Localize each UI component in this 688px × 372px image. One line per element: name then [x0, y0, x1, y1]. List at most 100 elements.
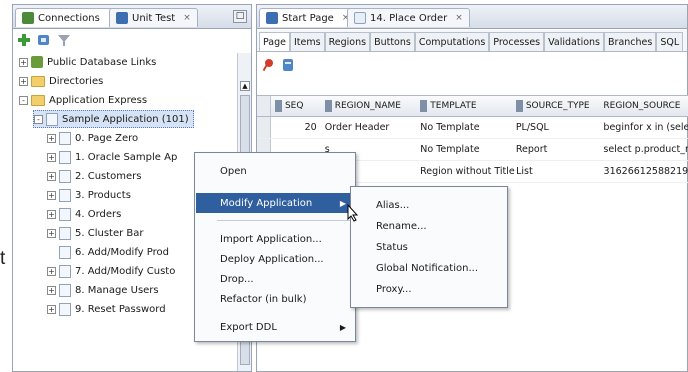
- menu-item-modify-application[interactable]: Modify Application ▶: [196, 193, 354, 213]
- tree-item[interactable]: + Public Database Links: [19, 53, 156, 71]
- tab-connections[interactable]: Connections ×: [15, 8, 123, 27]
- header-template[interactable]: TEMPLATE: [416, 100, 512, 112]
- tree-item[interactable]: 6. Add/Modify Prod: [47, 243, 169, 261]
- header-region-name-label: REGION_NAME: [334, 101, 401, 111]
- filter-icon[interactable]: [57, 33, 71, 47]
- tab-start-page[interactable]: Start Page ×: [259, 8, 357, 27]
- expand-icon[interactable]: +: [47, 228, 56, 238]
- submenu-item-status[interactable]: Status: [352, 237, 506, 257]
- menu-item-open[interactable]: Open: [196, 161, 354, 181]
- header-source-type[interactable]: SOURCE_TYPE: [512, 100, 600, 112]
- subtab-page[interactable]: Page: [259, 32, 290, 51]
- page-icon: [59, 264, 71, 278]
- submenu-item-alias[interactable]: Alias...: [352, 195, 506, 215]
- cell-source-type[interactable]: PL/SQL: [512, 122, 600, 133]
- tree-item[interactable]: +2. Customers: [47, 167, 142, 185]
- tab-unit-test-label: Unit Test: [132, 12, 176, 24]
- expand-icon[interactable]: +: [19, 57, 28, 67]
- tree-item[interactable]: +7. Add/Modify Custo: [47, 262, 175, 280]
- cell-source-type[interactable]: List: [512, 166, 599, 177]
- add-connection-icon[interactable]: [17, 33, 31, 47]
- tree-item[interactable]: +9. Reset Password: [47, 300, 166, 318]
- collapse-icon[interactable]: -: [34, 114, 43, 124]
- submenu-item-proxy[interactable]: Proxy...: [352, 279, 506, 299]
- expand-icon[interactable]: +: [47, 304, 56, 314]
- subtab-buttons[interactable]: Buttons: [370, 32, 415, 51]
- cell-region-source[interactable]: select p.product_na: [599, 144, 688, 155]
- subtab-processes[interactable]: Processes: [489, 32, 545, 51]
- header-region-source[interactable]: REGION_SOURCE: [599, 101, 688, 111]
- cell-region-source[interactable]: 3162661258821974: [600, 166, 688, 177]
- tree-item[interactable]: +5. Cluster Bar: [47, 224, 144, 242]
- page-icon: [59, 302, 71, 316]
- subtab-items[interactable]: Items: [290, 32, 325, 51]
- tree-item[interactable]: +3. Products: [47, 186, 131, 204]
- tab-place-order[interactable]: 14. Place Order ×: [347, 8, 470, 27]
- subtab-branches[interactable]: Branches: [604, 32, 657, 51]
- expand-icon[interactable]: +: [47, 171, 56, 181]
- menu-item-refactor[interactable]: Refactor (in bulk): [196, 289, 354, 309]
- refresh-icon[interactable]: [37, 33, 51, 47]
- minimize-button[interactable]: □: [233, 10, 247, 23]
- cell-region-source[interactable]: beginfor x in (select: [599, 122, 688, 133]
- connections-icon: [22, 12, 34, 24]
- expand-icon[interactable]: +: [47, 285, 56, 295]
- database-icon[interactable]: [281, 58, 295, 72]
- tab-unit-test-close-icon[interactable]: ×: [183, 13, 191, 23]
- pin-icon[interactable]: [261, 58, 275, 72]
- expand-icon[interactable]: +: [19, 76, 28, 86]
- expand-icon[interactable]: +: [47, 152, 56, 162]
- scroll-up-icon[interactable]: ▲: [240, 81, 250, 91]
- menu-item-import-application[interactable]: Import Application...: [196, 229, 354, 249]
- cell-seq[interactable]: 20: [271, 122, 321, 133]
- subtab-sql[interactable]: SQL: [656, 32, 684, 51]
- tree-item-label: 2. Customers: [75, 170, 142, 182]
- menu-item-export-ddl[interactable]: Export DDL ▶: [196, 317, 354, 337]
- menu-item-deploy-application[interactable]: Deploy Application...: [196, 249, 354, 269]
- tab-place-order-close-icon[interactable]: ×: [455, 13, 463, 23]
- context-menu: Open Modify Application ▶ Import Applicatio…: [194, 152, 356, 342]
- cell-template[interactable]: No Template: [416, 144, 512, 155]
- tree-item-label: Sample Application (101): [62, 113, 189, 125]
- tree-item[interactable]: +8. Manage Users: [47, 281, 159, 299]
- cell-region-name[interactable]: Order Header: [321, 122, 417, 133]
- subtab-computations[interactable]: Computations: [414, 32, 490, 51]
- tab-unit-test[interactable]: Unit Test ×: [109, 8, 198, 27]
- subtab-regions[interactable]: Regions: [324, 32, 371, 51]
- cell-template[interactable]: Region without Title: [416, 166, 515, 177]
- column-icon: [274, 100, 282, 112]
- tree-item[interactable]: +1. Oracle Sample Ap: [47, 148, 177, 166]
- expand-icon[interactable]: +: [47, 266, 56, 276]
- mouse-cursor-icon: [347, 204, 359, 222]
- tree-item[interactable]: - Sample Application (101): [33, 110, 194, 128]
- submenu-item-rename[interactable]: Rename...: [352, 216, 506, 236]
- collapse-icon[interactable]: -: [19, 95, 28, 105]
- table-row[interactable]: 20 Order Header No Template PL/SQL beginfor …: [257, 117, 688, 139]
- expand-icon[interactable]: +: [47, 190, 56, 200]
- cell-source-type[interactable]: Report: [512, 144, 600, 155]
- tree-item[interactable]: +0. Page Zero: [47, 129, 138, 147]
- editor-tab-bar: Start Page × 14. Place Order ×: [257, 5, 687, 29]
- header-region-name[interactable]: REGION_NAME: [321, 100, 417, 112]
- tree-item-label: 9. Reset Password: [75, 303, 166, 315]
- submenu-item-global-notification[interactable]: Global Notification...: [352, 258, 506, 278]
- tab-start-page-label: Start Page: [282, 12, 334, 24]
- column-icon: [515, 100, 523, 112]
- expand-icon[interactable]: +: [47, 133, 56, 143]
- subtab-validations[interactable]: Validations: [544, 32, 605, 51]
- row-header-cell[interactable]: [257, 117, 271, 138]
- tree-item[interactable]: + Directories: [19, 72, 103, 90]
- header-seq[interactable]: SEQ: [271, 100, 321, 112]
- page-icon: [59, 131, 71, 145]
- menu-item-drop[interactable]: Drop...: [196, 269, 354, 289]
- tree-item-label: 4. Orders: [75, 208, 122, 220]
- tree-item[interactable]: - Application Express: [19, 91, 147, 109]
- cell-template[interactable]: No Template: [416, 122, 512, 133]
- header-seq-label: SEQ: [284, 101, 304, 111]
- tree-item[interactable]: +4. Orders: [47, 205, 121, 223]
- expand-icon[interactable]: +: [47, 209, 56, 219]
- row-header-cell: [257, 96, 271, 116]
- column-icon: [324, 100, 332, 112]
- page-icon: [59, 207, 71, 221]
- column-icon: [420, 100, 428, 112]
